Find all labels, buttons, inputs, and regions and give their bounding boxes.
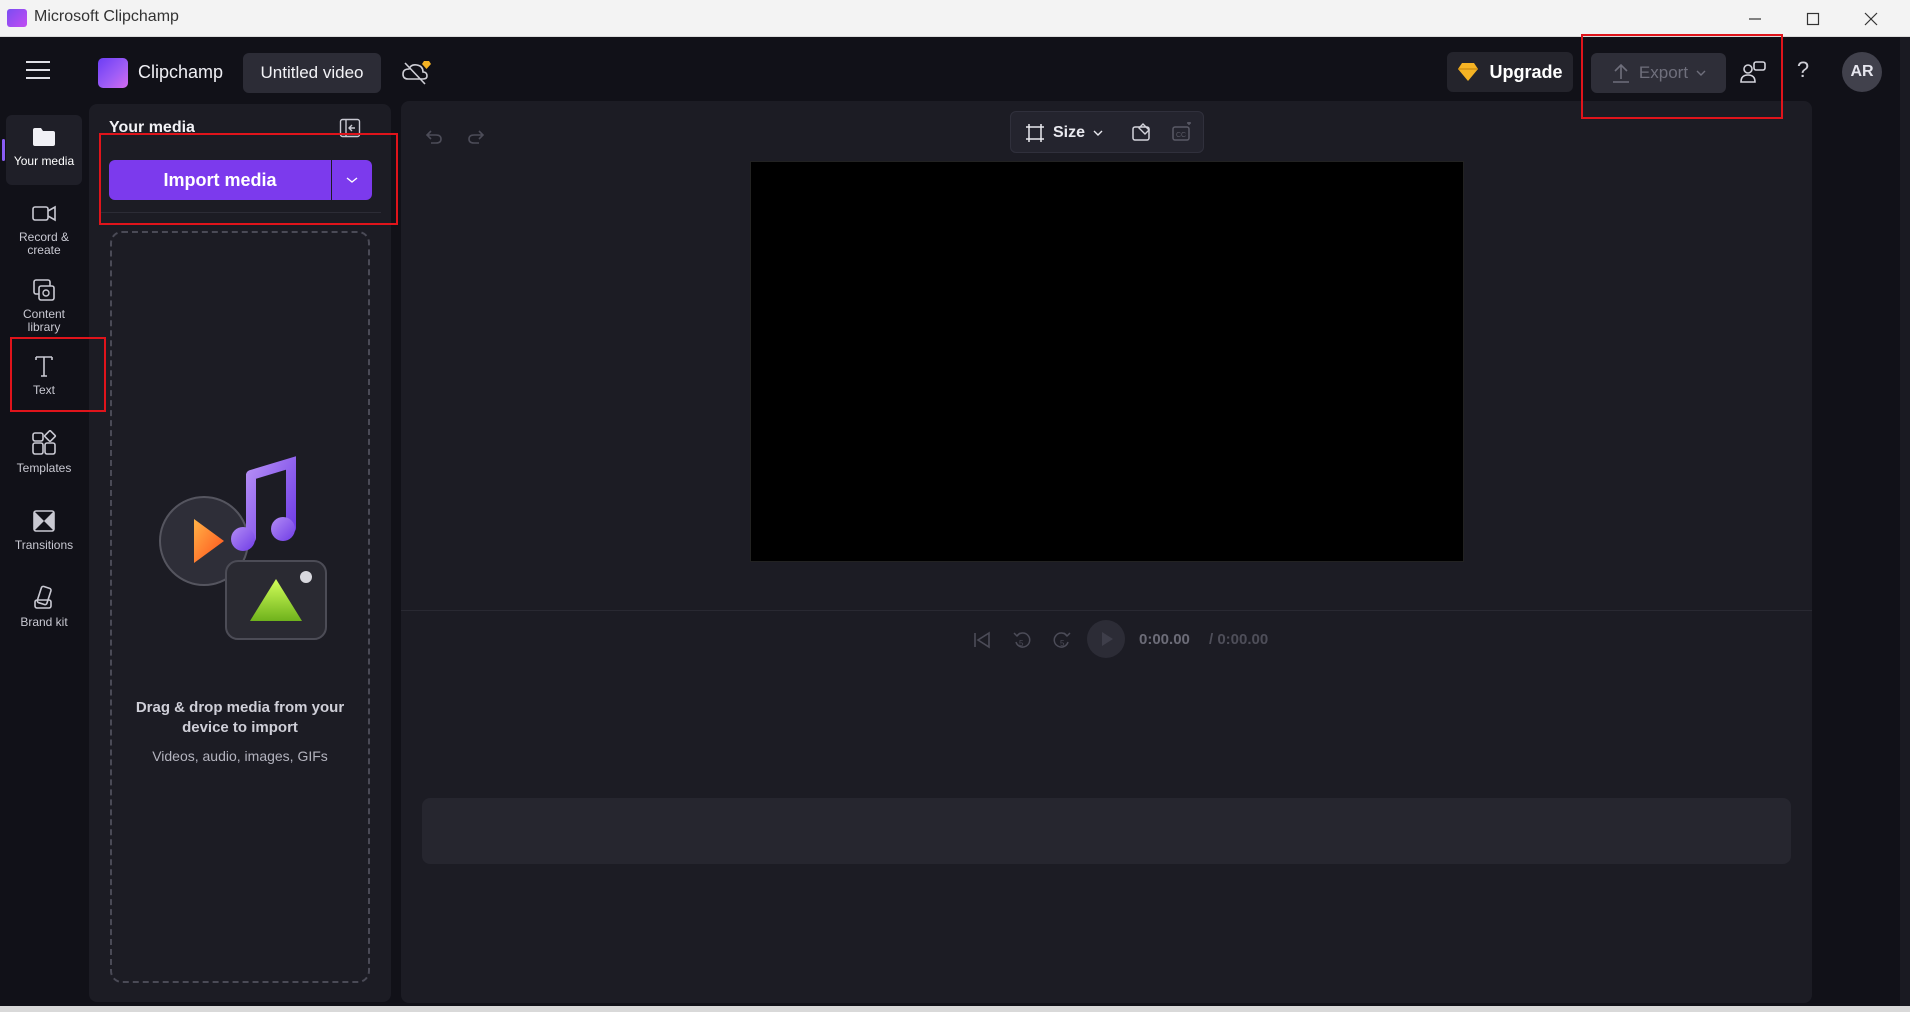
- rewind-5-icon[interactable]: 5: [1011, 629, 1033, 651]
- redo-icon[interactable]: [467, 126, 487, 146]
- chevron-down-icon: [1696, 70, 1706, 76]
- minimize-button[interactable]: [1726, 0, 1784, 37]
- sidebar-item-label: Brand kit: [20, 615, 68, 629]
- sidebar-item-brand-kit[interactable]: Brand kit: [6, 576, 82, 646]
- playback-controls: 5 5 0:00.00 / 0:00.00: [971, 619, 1311, 659]
- folder-icon: [33, 128, 55, 146]
- brand-name: Clipchamp: [138, 62, 224, 82]
- sidebar-item-label: Content library: [22, 307, 66, 334]
- canvas-toolbar: Size CC: [1010, 111, 1204, 153]
- timeline-track[interactable]: [422, 798, 1791, 864]
- undo-icon[interactable]: [423, 126, 443, 146]
- chevron-down-icon: [346, 177, 358, 183]
- dropzone-title: Drag & drop media from your device to im…: [135, 699, 345, 736]
- aspect-ratio-icon: [1026, 124, 1044, 142]
- media-illustration: [159, 456, 327, 640]
- sidebar-item-text[interactable]: Text: [6, 344, 82, 414]
- size-button[interactable]: Size: [1025, 121, 1103, 145]
- chevron-down-icon: [1093, 130, 1103, 136]
- forward-5-icon[interactable]: 5: [1051, 629, 1073, 651]
- taskbar-edge: [0, 1006, 1910, 1012]
- window-title: Microsoft Clipchamp: [34, 8, 179, 25]
- avatar[interactable]: AR: [1842, 52, 1882, 92]
- menu-icon[interactable]: [26, 61, 50, 81]
- sidebar-item-label: Record & create: [18, 230, 70, 257]
- captions-icon[interactable]: CC: [1171, 122, 1193, 142]
- svg-text:CC: CC: [1176, 132, 1186, 139]
- clipchamp-app-icon: [7, 9, 27, 27]
- sidebar-item-templates[interactable]: Templates: [6, 422, 82, 492]
- export-button[interactable]: Export: [1591, 53, 1726, 93]
- sidebar-item-label: Transitions: [14, 538, 74, 552]
- clipchamp-app: Clipchamp Untitled video Upgrade Export …: [0, 34, 1910, 1012]
- panel-title: Your media: [109, 119, 195, 136]
- skip-to-start-icon[interactable]: [971, 629, 993, 651]
- close-button[interactable]: [1842, 0, 1900, 37]
- window-edge: [1900, 37, 1910, 1012]
- sidebar-item-transitions[interactable]: Transitions: [6, 499, 82, 569]
- svg-text:5: 5: [1060, 639, 1065, 648]
- sidebar-item-record-create[interactable]: Record & create: [6, 191, 82, 261]
- play-button[interactable]: [1087, 620, 1125, 658]
- project-title-field[interactable]: Untitled video: [243, 53, 381, 93]
- divider: [401, 610, 1812, 611]
- camera-icon: [32, 205, 56, 222]
- total-time: / 0:00.00: [1209, 631, 1269, 648]
- sidebar-item-label: Templates: [16, 461, 72, 475]
- templates-icon: [32, 430, 57, 455]
- upgrade-label: Upgrade: [1489, 61, 1563, 82]
- diamond-icon: [1458, 63, 1479, 81]
- background-color-icon[interactable]: [1131, 122, 1153, 142]
- import-media-button[interactable]: Import media: [109, 160, 331, 200]
- media-dropzone[interactable]: Drag & drop media from your device to im…: [110, 231, 370, 983]
- current-time: 0:00.00: [1139, 631, 1190, 648]
- play-icon: [1102, 632, 1113, 646]
- sidebar-item-your-media[interactable]: Your media: [6, 115, 82, 185]
- import-options-button[interactable]: [332, 160, 372, 200]
- divider: [99, 212, 381, 213]
- clipchamp-logo: [98, 58, 128, 88]
- svg-text:5: 5: [1019, 639, 1024, 648]
- sidebar-item-content-library[interactable]: Content library: [6, 268, 82, 338]
- top-bar: Clipchamp Untitled video Upgrade Export …: [0, 37, 1910, 107]
- transitions-icon: [33, 510, 55, 532]
- upgrade-button[interactable]: Upgrade: [1447, 52, 1573, 92]
- cloud-off-icon[interactable]: [400, 59, 432, 87]
- export-label: Export: [1638, 63, 1689, 82]
- upload-icon: [1612, 63, 1629, 83]
- text-icon: [35, 356, 53, 377]
- window-titlebar: Microsoft Clipchamp: [0, 0, 1910, 37]
- editor-area: Size CC 5 5 0:00.00 / 0:00.00: [401, 101, 1812, 1003]
- brand-kit-icon: [34, 585, 52, 609]
- collapse-panel-icon[interactable]: [339, 118, 361, 138]
- left-sidebar: Your media Record & create Content libra…: [0, 107, 88, 1012]
- video-preview[interactable]: [750, 161, 1464, 562]
- sidebar-item-label: Your media: [13, 154, 75, 168]
- dropzone-subtitle: Videos, audio, images, GIFs: [152, 748, 328, 764]
- help-icon[interactable]: ?: [1791, 57, 1815, 85]
- library-icon: [33, 279, 55, 301]
- share-users-icon[interactable]: [1739, 59, 1767, 87]
- maximize-button[interactable]: [1784, 0, 1842, 37]
- sidebar-item-label: Text: [32, 383, 55, 397]
- size-label: Size: [1053, 124, 1086, 141]
- active-indicator: [2, 139, 5, 161]
- media-panel: Your media Import media Drag & drop medi…: [89, 104, 391, 1002]
